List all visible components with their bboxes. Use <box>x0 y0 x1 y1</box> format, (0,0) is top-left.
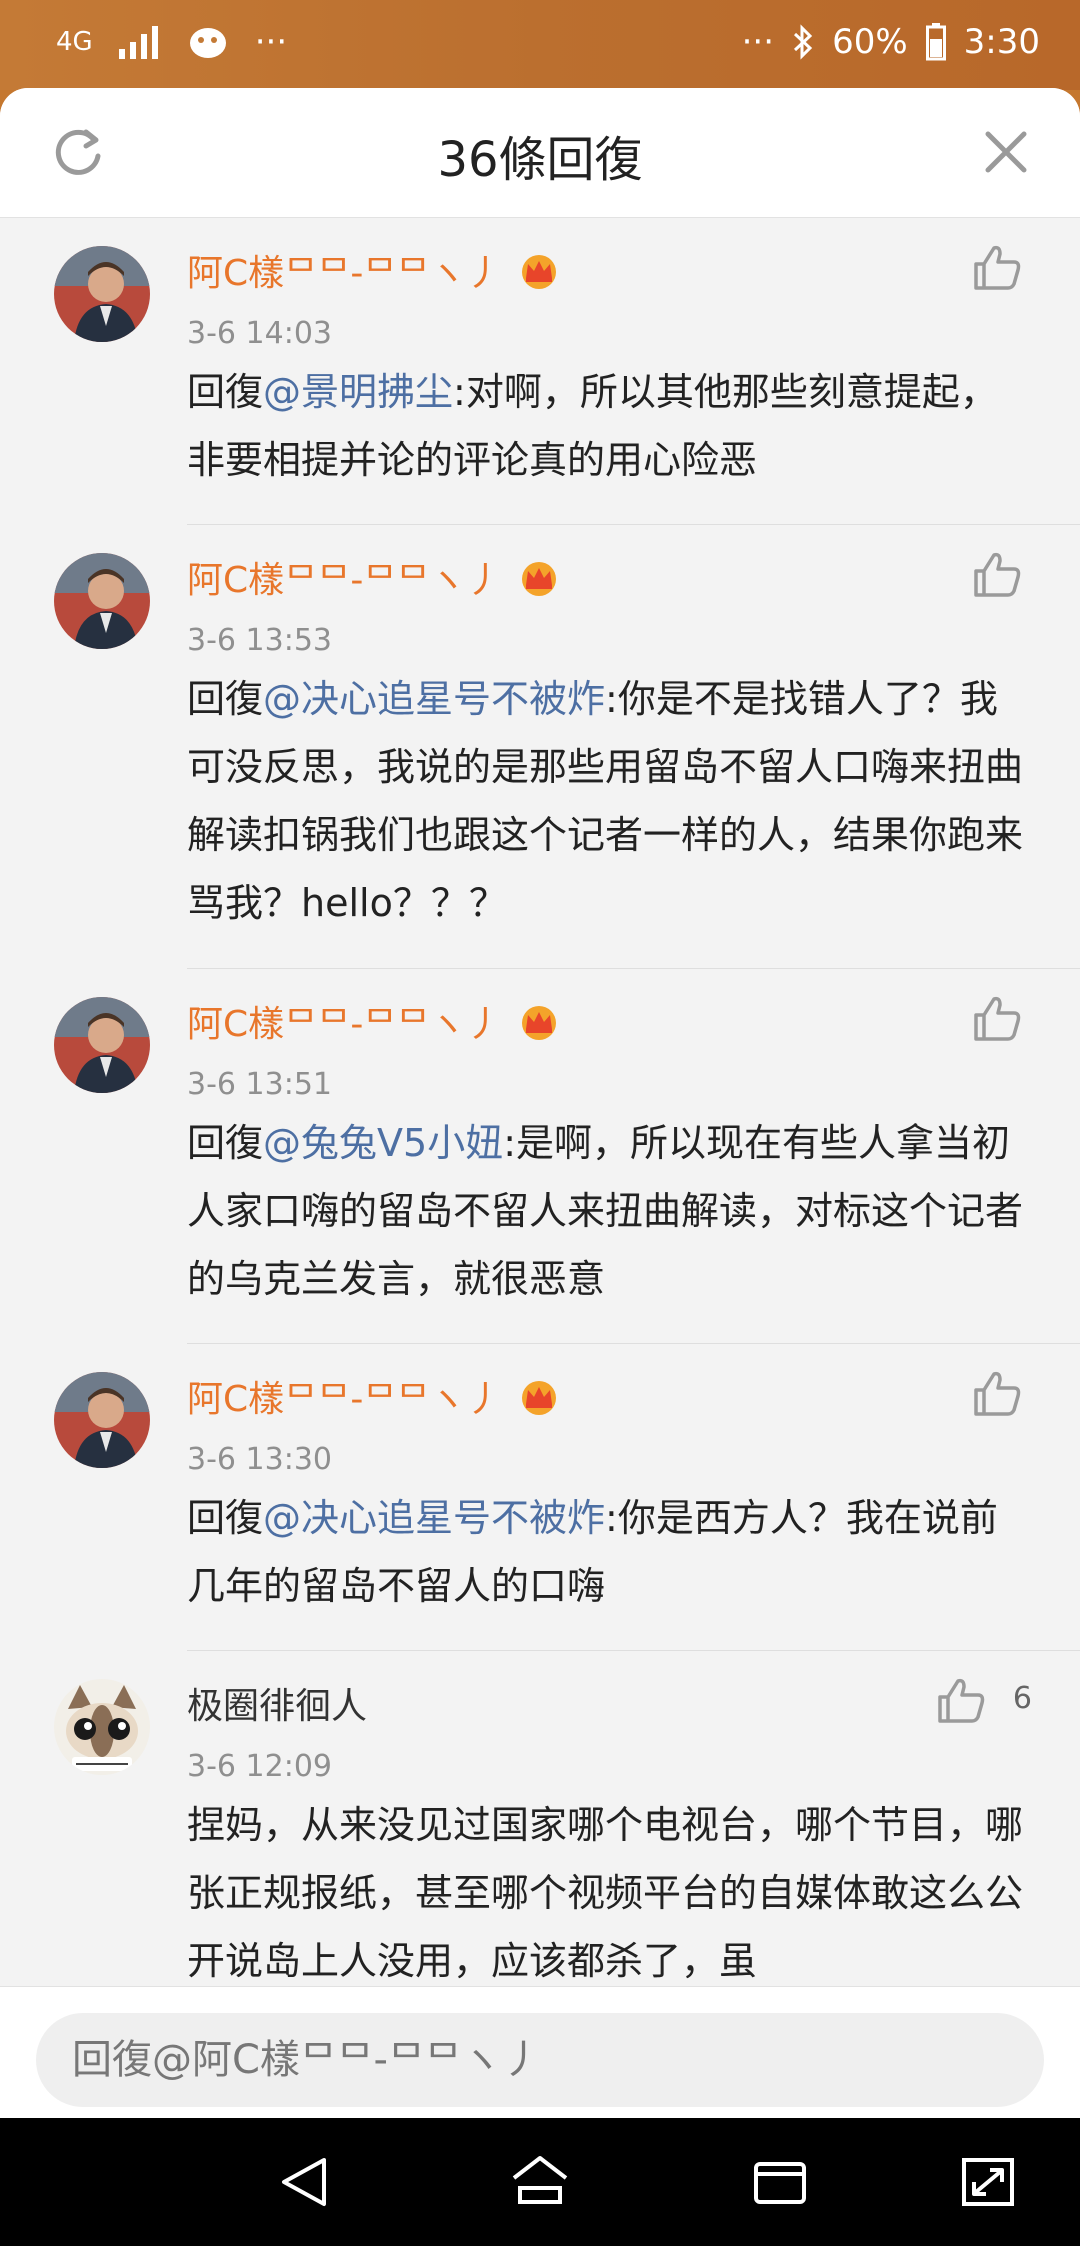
reply-prefix: 回復 <box>187 370 264 414</box>
reply-prefix: 回復 <box>187 677 264 721</box>
username-text: 极圈徘徊人 <box>187 1686 368 1727</box>
back-icon[interactable] <box>272 2152 336 2212</box>
like-icon[interactable] <box>970 240 1024 294</box>
avatar[interactable] <box>54 1679 150 1775</box>
reply-prefix: 回復 <box>187 1121 264 1165</box>
battery-icon <box>925 23 946 61</box>
comment-text: 回復@决心追星号不被炸:你是西方人？我在说前几年的留岛不留人的口嗨 <box>187 1484 1030 1620</box>
mention-link[interactable]: @决心追星号不被炸 <box>263 677 605 721</box>
status-bar: 4G ··· ··· 60% 3:30 <box>0 0 1080 90</box>
username[interactable]: 阿C樣ᄆᄆ-ᄆᄆヽ丿 <box>187 551 562 603</box>
username-text: 阿C樣ᄆᄆ-ᄆᄆヽ丿 <box>187 1004 502 1045</box>
vip-crown-icon <box>516 250 562 290</box>
more-status-indicator: ··· <box>741 22 775 62</box>
comment-timestamp: 3-6 13:30 <box>187 1442 332 1477</box>
comment-text: 回復@兔兔V5小妞:是啊，所以现在有些人拿当初人家口嗨的留岛不留人来扭曲解读，对… <box>187 1109 1030 1313</box>
avatar[interactable] <box>54 246 150 342</box>
like-icon[interactable] <box>970 547 1024 601</box>
close-icon[interactable] <box>980 126 1032 178</box>
username[interactable]: 阿C樣ᄆᄆ-ᄆᄆヽ丿 <box>187 1370 562 1422</box>
comment-timestamp: 3-6 13:53 <box>187 623 332 658</box>
avatar[interactable] <box>54 553 150 649</box>
comment-timestamp: 3-6 13:51 <box>187 1067 332 1102</box>
comment-text: 回復@景明拂尘:对啊，所以其他那些刻意提起，非要相提并论的评论真的用心险恶 <box>187 358 1030 494</box>
comment-item[interactable]: 极圈徘徊人 3-6 12:09 捏妈，从来没见过国家哪个电视台，哪个节目，哪张正… <box>0 1651 1080 1988</box>
clock: 3:30 <box>963 22 1040 62</box>
vip-crown-icon <box>516 557 562 597</box>
reply-bar: 回復@阿C樣ᄆᄆ-ᄆᄆヽ丿 <box>0 1986 1080 2118</box>
comment-text: 回復@决心追星号不被炸:你是不是找错人了？我可没反思，我说的是那些用留岛不留人口… <box>187 665 1030 937</box>
mention-link[interactable]: @决心追星号不被炸 <box>263 1496 605 1540</box>
more-notifications-indicator: ··· <box>254 22 288 62</box>
comment-item[interactable]: 阿C樣ᄆᄆ-ᄆᄆヽ丿 3-6 14:03 回復@景明拂尘:对啊，所以其他那些刻意… <box>0 218 1080 525</box>
comment-item[interactable]: 阿C樣ᄆᄆ-ᄆᄆヽ丿 3-6 13:51 回復@兔兔V5小妞:是啊，所以现在有些… <box>0 969 1080 1344</box>
sheet-header: 36條回復 <box>0 88 1080 218</box>
comment-timestamp: 3-6 12:09 <box>187 1749 332 1784</box>
comment-text: 捏妈，从来没见过国家哪个电视台，哪个节目，哪张正规报纸，甚至哪个视频平台的自媒体… <box>187 1791 1030 1988</box>
username[interactable]: 极圈徘徊人 <box>187 1677 367 1729</box>
notification-app-icon <box>187 24 229 60</box>
username-text: 阿C樣ᄆᄆ-ᄆᄆヽ丿 <box>187 560 502 601</box>
vip-crown-icon <box>516 1376 562 1416</box>
bluetooth-icon <box>792 24 814 60</box>
home-icon[interactable] <box>508 2152 572 2212</box>
like-icon[interactable] <box>970 1366 1024 1420</box>
username-text: 阿C樣ᄆᄆ-ᄆᄆヽ丿 <box>187 1379 502 1420</box>
comment-list: 阿C樣ᄆᄆ-ᄆᄆヽ丿 3-6 14:03 回復@景明拂尘:对啊，所以其他那些刻意… <box>0 218 1080 1988</box>
reply-prefix: 回復 <box>187 1496 264 1540</box>
avatar[interactable] <box>54 1372 150 1468</box>
recents-icon[interactable] <box>748 2152 812 2212</box>
username[interactable]: 阿C樣ᄆᄆ-ᄆᄆヽ丿 <box>187 995 562 1047</box>
mention-link[interactable]: @兔兔V5小妞 <box>263 1121 503 1165</box>
replies-sheet: 36條回復 阿C樣ᄆᄆ-ᄆᄆヽ丿 3-6 14:03 回復@景明拂尘:对啊，所以… <box>0 88 1080 2118</box>
expand-icon[interactable] <box>956 2152 1020 2212</box>
network-type-label: 4G <box>56 27 93 57</box>
signal-icon <box>118 25 161 59</box>
navigation-bar <box>0 2118 1080 2246</box>
like-icon[interactable] <box>970 991 1024 1045</box>
vip-crown-icon <box>516 1001 562 1041</box>
comment-timestamp: 3-6 14:03 <box>187 316 332 351</box>
battery-percent: 60% <box>832 22 908 62</box>
comment-item[interactable]: 阿C樣ᄆᄆ-ᄆᄆヽ丿 3-6 13:30 回復@决心追星号不被炸:你是西方人？我… <box>0 1344 1080 1651</box>
comment-content: 捏妈，从来没见过国家哪个电视台，哪个节目，哪张正规报纸，甚至哪个视频平台的自媒体… <box>187 1803 1024 1983</box>
like-count: 6 <box>1012 1681 1032 1716</box>
mention-link[interactable]: @景明拂尘 <box>263 370 453 414</box>
username-text: 阿C樣ᄆᄆ-ᄆᄆヽ丿 <box>187 253 502 294</box>
like-icon[interactable] <box>934 1673 988 1727</box>
comment-item[interactable]: 阿C樣ᄆᄆ-ᄆᄆヽ丿 3-6 13:53 回復@决心追星号不被炸:你是不是找错人… <box>0 525 1080 969</box>
reply-input[interactable]: 回復@阿C樣ᄆᄆ-ᄆᄆヽ丿 <box>36 2013 1044 2107</box>
page-title: 36條回復 <box>437 132 643 188</box>
avatar[interactable] <box>54 997 150 1093</box>
network-4g-icon: 4G <box>56 29 93 55</box>
username[interactable]: 阿C樣ᄆᄆ-ᄆᄆヽ丿 <box>187 244 562 296</box>
